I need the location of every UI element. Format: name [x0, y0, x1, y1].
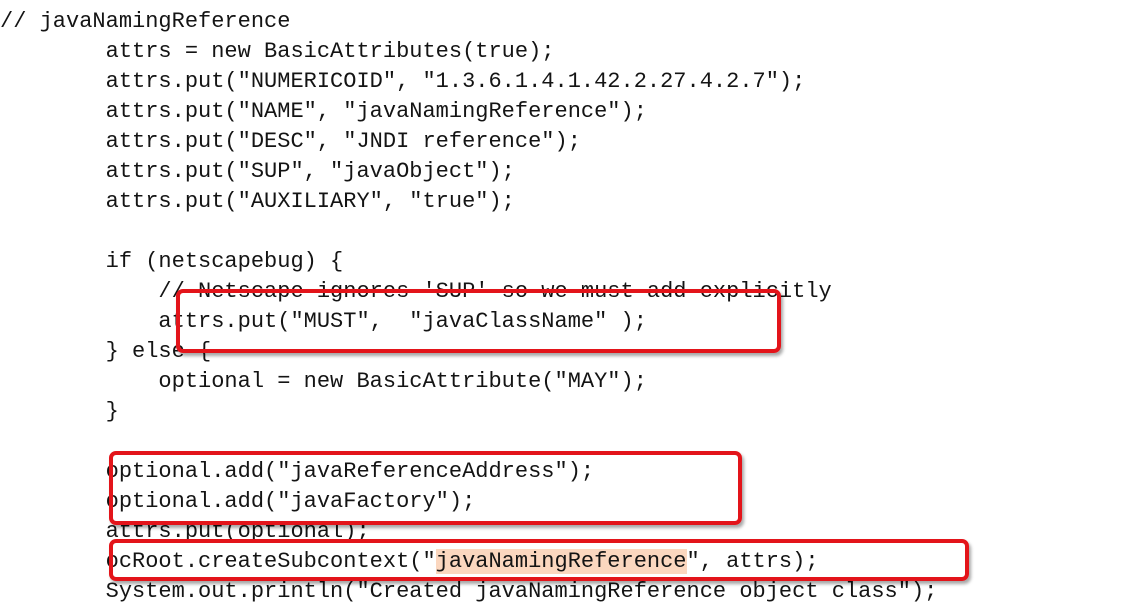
code-line: attrs.put(optional);: [0, 519, 370, 544]
code-line: attrs = new BasicAttributes(true);: [0, 39, 555, 64]
code-line: } else {: [0, 339, 212, 364]
code-line: }: [0, 399, 119, 424]
code-listing: // javaNamingReference attrs = new Basic…: [0, 7, 937, 607]
code-line: optional.add("javaFactory");: [0, 489, 476, 514]
code-line: attrs.put("AUXILIARY", "true");: [0, 189, 515, 214]
code-line: attrs.put("NAME", "javaNamingReference")…: [0, 99, 647, 124]
code-line: System.out.println("Created javaNamingRe…: [0, 579, 938, 604]
code-line: if (netscapebug) {: [0, 249, 344, 274]
code-line: // javaNamingReference: [0, 9, 291, 34]
code-line: attrs.put("DESC", "JNDI reference");: [0, 129, 581, 154]
code-line: // Netscape ignores 'SUP' so we must add…: [0, 279, 832, 304]
code-line: optional.add("javaReferenceAddress");: [0, 459, 595, 484]
code-line: optional = new BasicAttribute("MAY");: [0, 369, 647, 394]
code-line: attrs.put("SUP", "javaObject");: [0, 159, 515, 184]
code-line: ocRoot.createSubcontext("javaNamingRefer…: [0, 549, 819, 574]
highlighted-text: javaNamingReference: [435, 549, 687, 574]
code-line: attrs.put("MUST", "javaClassName" );: [0, 309, 647, 334]
code-line: attrs.put("NUMERICOID", "1.3.6.1.4.1.42.…: [0, 69, 806, 94]
